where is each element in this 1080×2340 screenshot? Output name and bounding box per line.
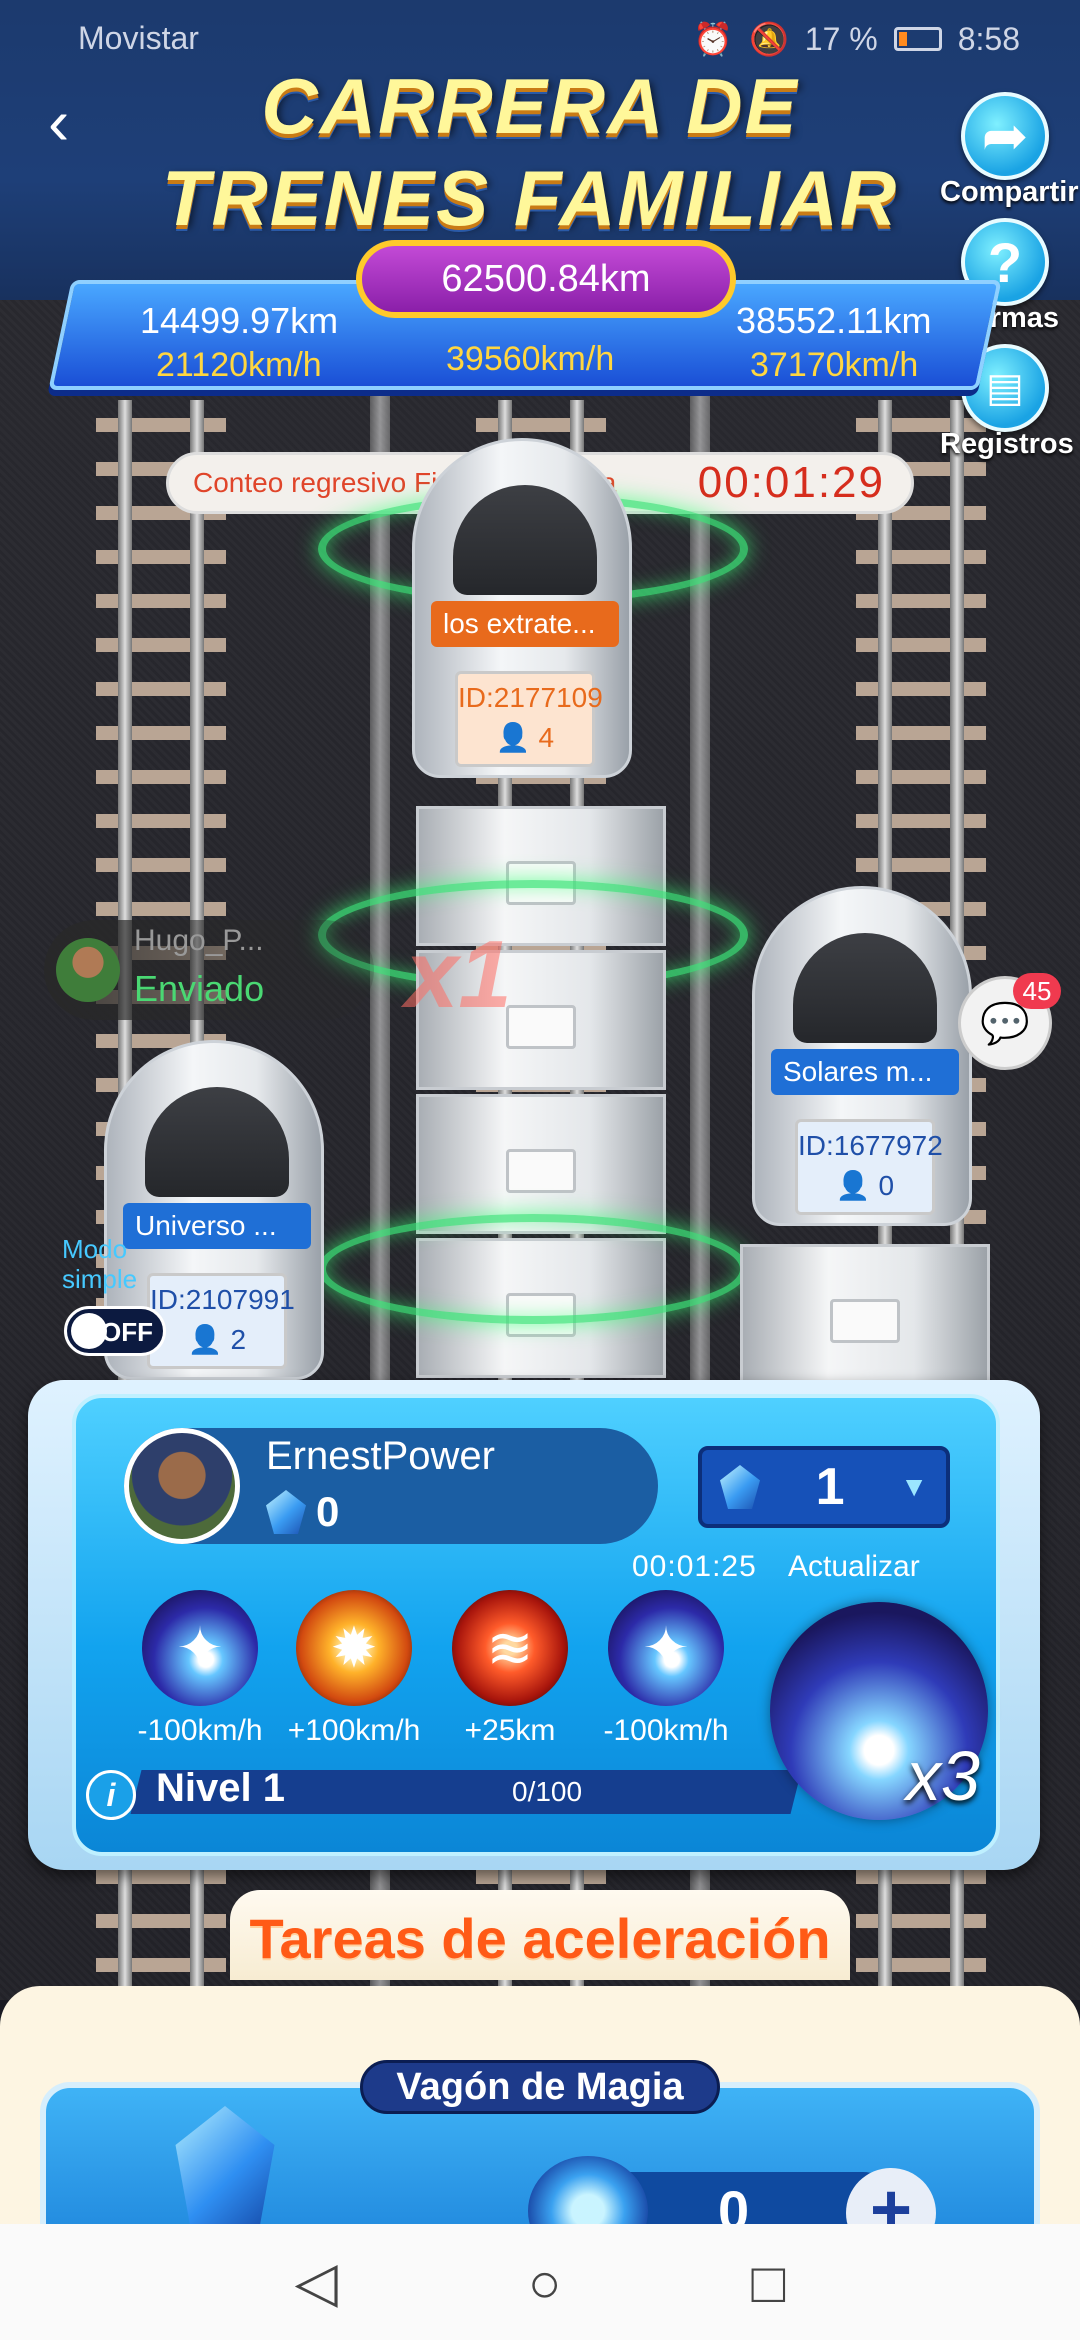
sender-name: Hugo_P... <box>134 924 264 957</box>
title-line-1: CARRERA DE <box>261 62 799 150</box>
train-car <box>416 1094 666 1234</box>
skill-multiplier: x3 <box>906 1737 980 1815</box>
skill-slow-2[interactable]: ✦ -100km/h <box>586 1590 746 1748</box>
info-icon[interactable]: i <box>86 1770 136 1820</box>
title-line-2: TRENES FAMILIAR <box>161 154 899 242</box>
members-icon: 👤 <box>187 1324 223 1355</box>
countdown-time: 00:01:29 <box>697 458 885 507</box>
right-team-speed: 37170km/h <box>750 346 919 384</box>
magic-wagon-title: Vagón de Magia <box>360 2060 720 2114</box>
chevron-left-icon: ‹ <box>48 86 70 158</box>
chat-button[interactable]: 💬 45 <box>958 973 1061 1070</box>
train-members: 2 <box>230 1324 247 1355</box>
skill-distance[interactable]: ≋ +25km <box>430 1590 590 1748</box>
sent-status: Enviado <box>134 968 265 1009</box>
left-team-distance: 14499.97km <box>140 300 339 341</box>
skill-label: -100km/h <box>137 1714 263 1747</box>
player-name: ErnestPower <box>266 1434 495 1478</box>
player-gem-count: 0 <box>316 1488 340 1535</box>
gem-icon <box>720 1465 760 1509</box>
simple-mode-toggle[interactable]: OFF <box>64 1306 166 1356</box>
records-label: Registros <box>940 428 1074 460</box>
player-avatar <box>124 1428 240 1544</box>
red-spring-icon: ≋ <box>452 1590 568 1706</box>
gift-notification: Hugo_P... Enviado <box>44 920 374 1020</box>
train-id: ID:2177109 <box>458 682 603 713</box>
train-car <box>740 1244 990 1384</box>
train-window <box>145 1087 289 1197</box>
skill-label: +25km <box>464 1714 556 1747</box>
share-label: Compartir <box>940 176 1079 208</box>
back-triangle-icon[interactable]: ◁ <box>295 2249 338 2315</box>
back-button[interactable]: ‹ <box>48 90 98 154</box>
update-timer: 00:01:25 <box>632 1550 757 1583</box>
train-name: Solares m... <box>771 1049 959 1095</box>
skill-slow-1[interactable]: ✦ -100km/h <box>120 1590 280 1748</box>
system-nav-bar: ◁ ○ □ <box>0 2224 1080 2340</box>
player-gems: 0 <box>266 1488 339 1536</box>
update-label: Actualizar <box>788 1550 920 1583</box>
selected-amount: 1 <box>815 1458 845 1516</box>
toggle-state: OFF <box>101 1317 153 1347</box>
home-circle-icon[interactable]: ○ <box>528 2250 562 2315</box>
share-button[interactable]: ➦ Compartir <box>940 92 1079 209</box>
members-icon: 👤 <box>495 722 531 753</box>
sender-avatar <box>56 938 120 1002</box>
level-progress: 0/100 <box>512 1776 583 1807</box>
center-team-speed: 39560km/h <box>446 340 615 378</box>
status-bar: Movistar ⏰ 🔕 17 % 8:58 <box>0 10 1080 66</box>
alarm-icon: ⏰ <box>693 21 733 57</box>
train-members: 4 <box>538 722 555 753</box>
train-id-box: ID:1677972 👤 0 <box>795 1119 943 1215</box>
carrier-name: Movistar <box>78 20 199 56</box>
train-id-box: ID:2177109 👤 4 <box>455 671 603 767</box>
page-title: CARRERA DE TRENES FAMILIAR <box>140 60 920 244</box>
level-label: Nivel 1 <box>156 1766 285 1810</box>
train-nose: los extrate... ID:2177109 👤 4 <box>412 438 632 778</box>
left-team-speed: 21120km/h <box>156 346 322 384</box>
tasks-title: Tareas de aceleración <box>249 1907 831 1970</box>
train-name: los extrate... <box>431 601 619 647</box>
gem-icon <box>266 1490 306 1534</box>
battery-level: 17 % <box>804 20 878 57</box>
train-nose: Solares m... ID:1677972 👤 0 <box>752 886 972 1226</box>
skill-label: +100km/h <box>287 1714 421 1747</box>
total-distance: 62500.84km <box>356 240 736 318</box>
train-window <box>453 485 597 595</box>
battery-icon <box>893 27 942 51</box>
clock: 8:58 <box>957 20 1020 57</box>
ice-burst-icon: ✦ <box>608 1590 724 1706</box>
skill-speed[interactable]: ✹ +100km/h <box>274 1590 434 1748</box>
boost-ring <box>318 1214 748 1324</box>
train-id: ID:1677972 <box>798 1130 943 1161</box>
train-center[interactable]: los extrate... ID:2177109 👤 4 <box>412 438 632 778</box>
right-team-distance: 38552.11km <box>736 300 932 341</box>
members-icon: 👤 <box>835 1170 871 1201</box>
mute-icon: 🔕 <box>748 21 789 57</box>
fire-burst-icon: ✹ <box>296 1590 412 1706</box>
recents-square-icon[interactable]: □ <box>752 2250 786 2315</box>
chevron-down-icon: ▼ <box>900 1471 928 1502</box>
ice-burst-icon: ✦ <box>142 1590 258 1706</box>
gem-amount-select[interactable]: 1 ▼ <box>698 1446 950 1528</box>
gift-multiplier: x1 <box>405 921 512 1028</box>
train-window <box>793 933 937 1043</box>
chat-badge: 45 <box>1013 973 1061 1009</box>
train-right[interactable]: Solares m... ID:1677972 👤 0 <box>752 886 972 1226</box>
train-members: 0 <box>878 1170 895 1201</box>
skill-label: -100km/h <box>603 1714 729 1747</box>
simple-mode-label: Modo simple <box>62 1234 138 1294</box>
share-arrow-icon: ➦ <box>961 92 1049 180</box>
